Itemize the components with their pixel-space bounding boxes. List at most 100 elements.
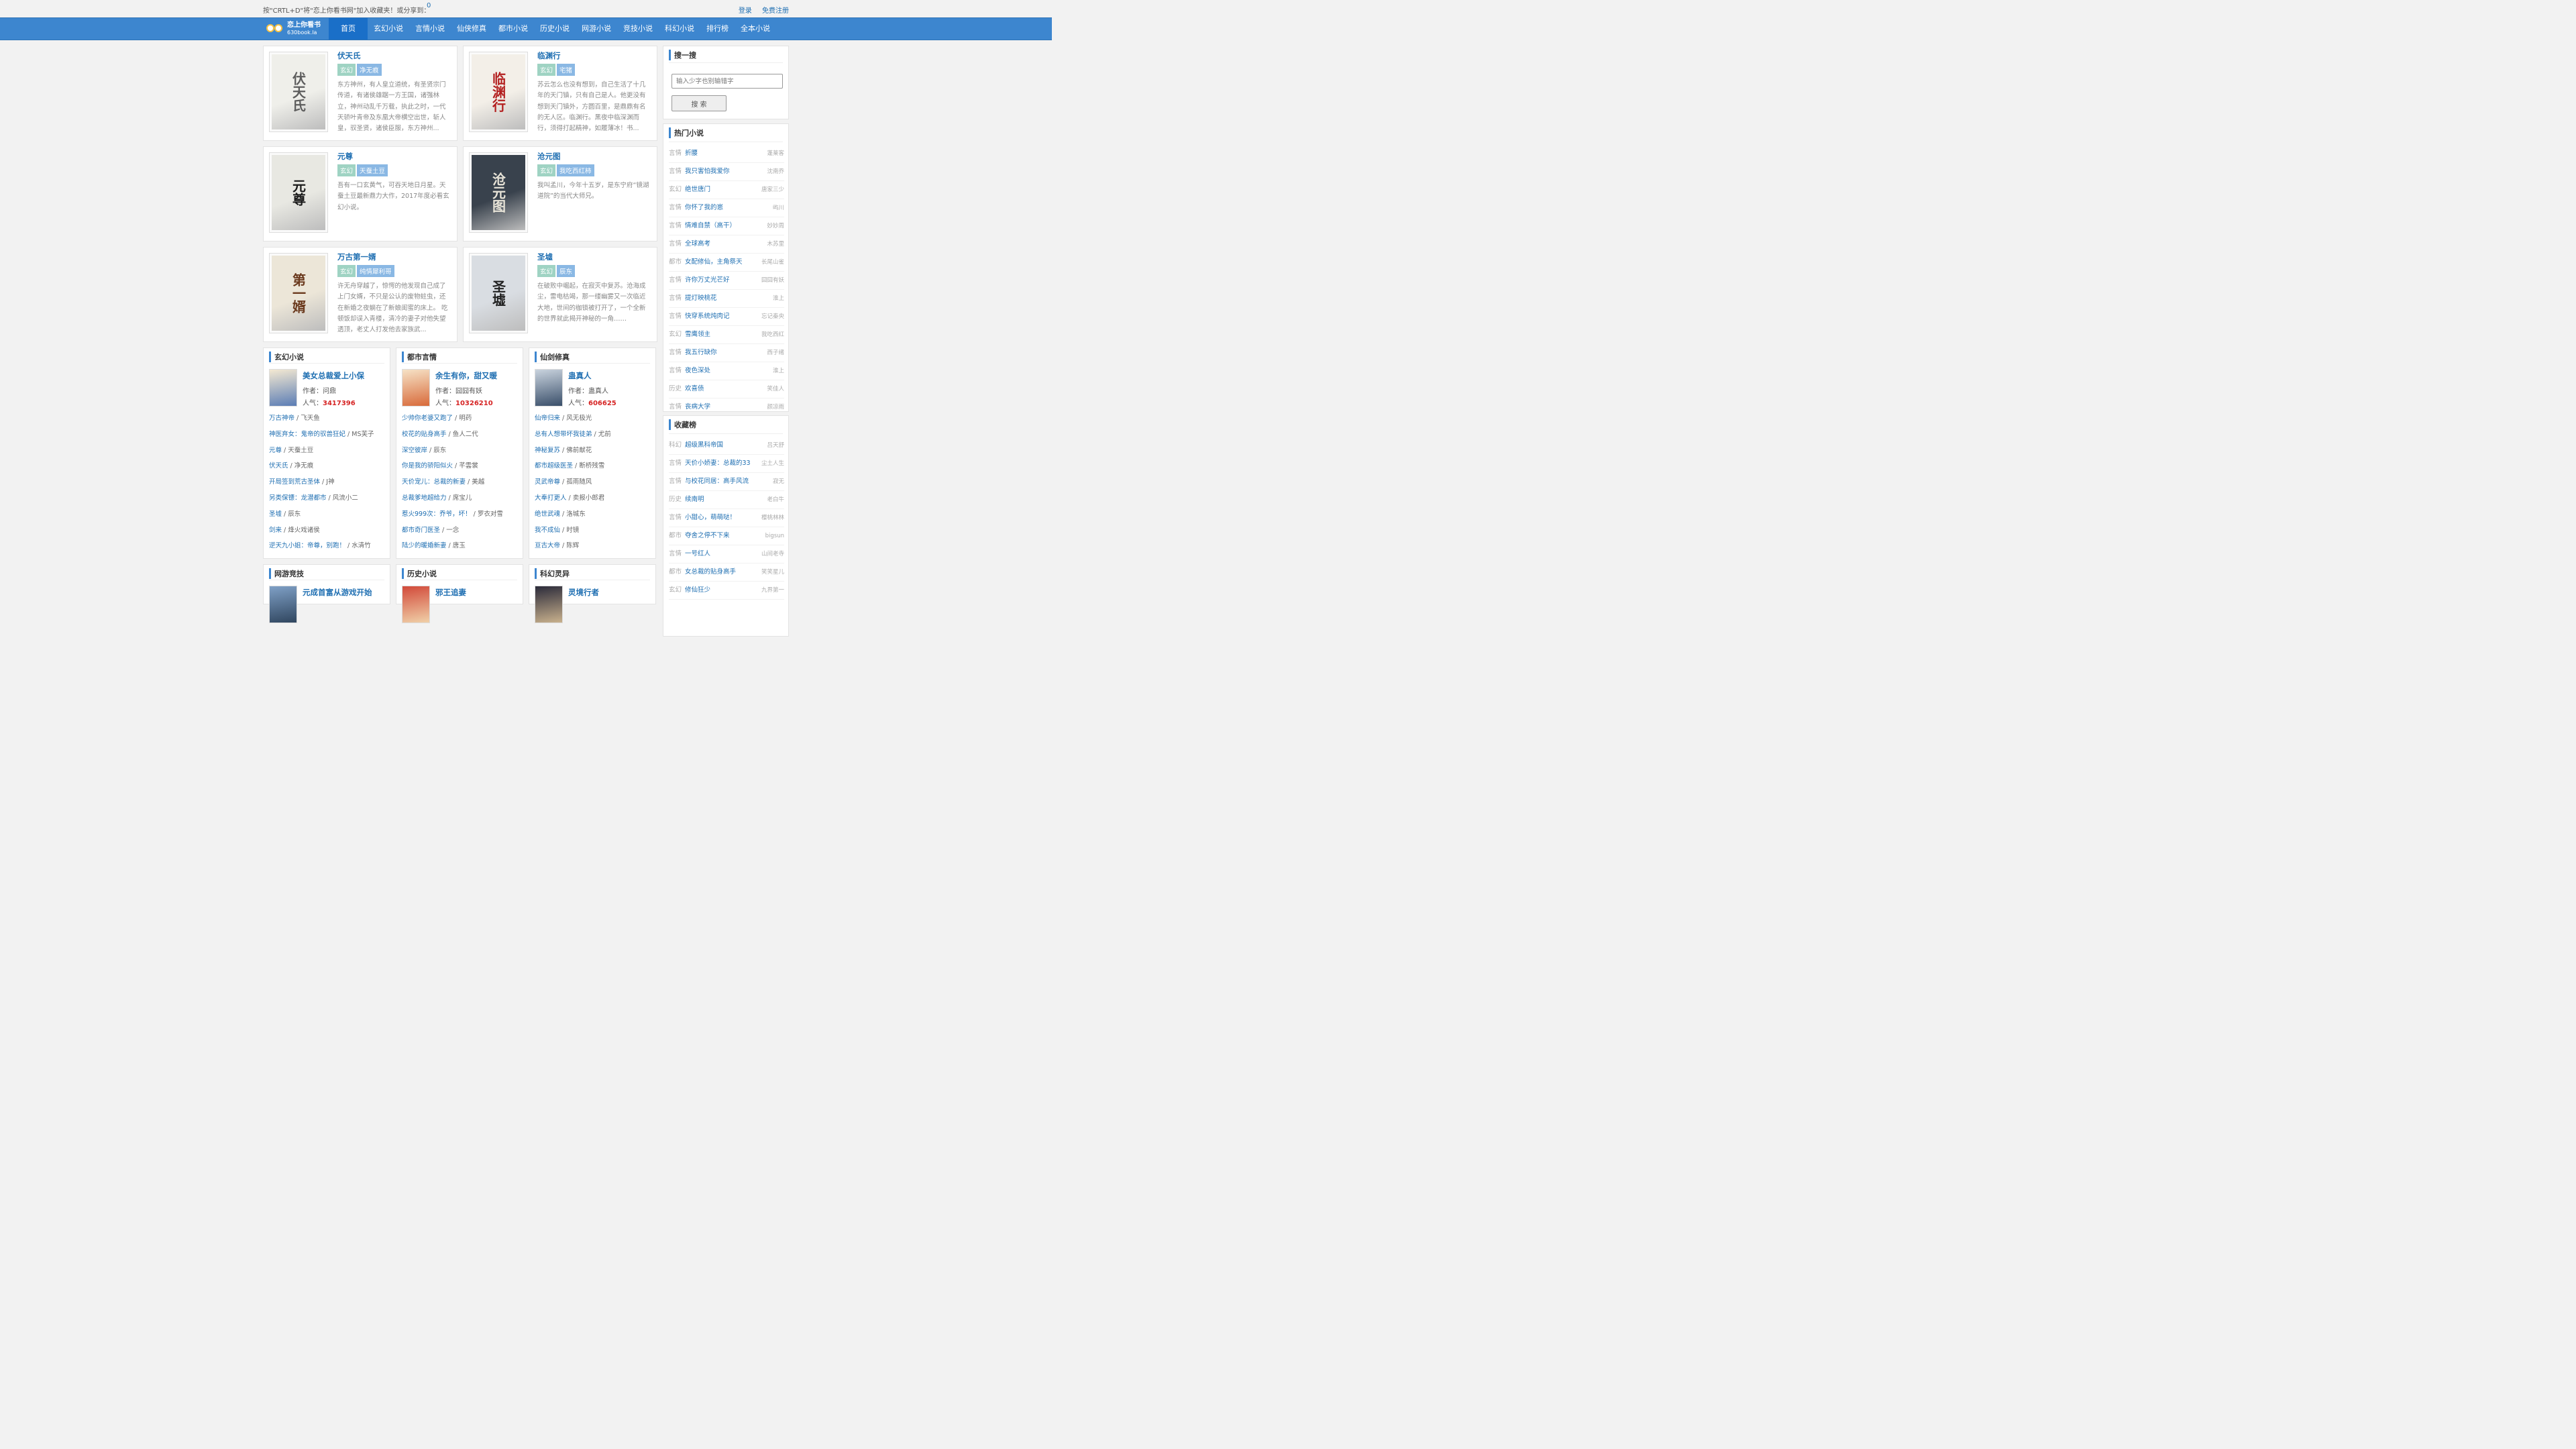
author-tag[interactable]: 天蚕土豆 [357, 164, 388, 176]
book-link[interactable]: 万古神帝 [269, 415, 294, 422]
rank-book-link[interactable]: 我五行缺你 [685, 349, 717, 356]
rank-book-link[interactable]: 超级黑科帝国 [685, 441, 723, 449]
rank-book-link[interactable]: 女总裁的贴身高手 [685, 568, 736, 576]
nav-item[interactable]: 排行榜 [700, 18, 735, 40]
rank-book-link[interactable]: 快穿系统炖肉记 [685, 313, 730, 320]
author-tag[interactable]: 辰东 [557, 265, 576, 277]
book-link[interactable]: 逆天九小姐：帝尊，别跑！ [269, 542, 345, 549]
rank-book-link[interactable]: 续南明 [685, 496, 704, 503]
rank-book-link[interactable]: 与校花同居：高手风流 [685, 478, 749, 485]
book-link[interactable]: 校花的贴身高手 [402, 431, 447, 438]
search-button[interactable]: 搜 索 [672, 95, 727, 111]
category-tag[interactable]: 玄幻 [537, 164, 556, 176]
book-link[interactable]: 元尊 [269, 447, 282, 454]
category-tag[interactable]: 玄幻 [337, 164, 356, 176]
book-link[interactable]: 天价宠儿：总裁的新妻 [402, 478, 466, 486]
book-link[interactable]: 绝世武魂 [535, 511, 560, 518]
book-link[interactable]: 剑来 [269, 527, 282, 534]
rank-book-link[interactable]: 女配修仙，主角祭天 [685, 258, 743, 266]
book-link[interactable]: 大奉打更人 [535, 494, 567, 502]
book-cover[interactable]: 元尊 [269, 152, 328, 233]
top-book-cover[interactable] [535, 369, 563, 407]
nav-item[interactable]: 首页 [329, 18, 368, 40]
category-tag[interactable]: 玄幻 [537, 265, 556, 277]
book-cover[interactable]: 圣墟 [469, 253, 528, 333]
rank-book-link[interactable]: 天价小娇妻：总裁的33 [685, 460, 751, 467]
category-tag[interactable]: 玄幻 [537, 64, 556, 76]
book-title[interactable]: 元尊 [337, 151, 353, 162]
author-tag[interactable]: 宅猪 [557, 64, 576, 76]
nav-item[interactable]: 言情小说 [409, 18, 451, 40]
top-book-title[interactable]: 元成首富从游戏开始 [303, 587, 372, 598]
login-link[interactable]: 登录 [739, 7, 752, 15]
top-book-title[interactable]: 余生有你，甜又暖 [435, 370, 497, 381]
book-cover[interactable]: 沧元图 [469, 152, 528, 233]
rank-book-link[interactable]: 一号红人 [685, 550, 710, 557]
book-link[interactable]: 陆少的暖婚新妻 [402, 542, 447, 549]
register-link[interactable]: 免费注册 [762, 7, 789, 15]
book-link[interactable]: 都市奇门医圣 [402, 527, 440, 534]
category-tag[interactable]: 玄幻 [337, 265, 356, 277]
book-link[interactable]: 我不成仙 [535, 527, 560, 534]
site-logo[interactable]: 恋上你看书 630book.la [263, 18, 329, 40]
rank-book-link[interactable]: 我只害怕我爱你 [685, 168, 730, 175]
rank-book-link[interactable]: 欢喜债 [685, 385, 704, 392]
nav-item[interactable]: 都市小说 [492, 18, 534, 40]
nav-item[interactable]: 仙侠修真 [451, 18, 492, 40]
book-cover[interactable]: 第一婿 [269, 253, 328, 333]
book-title[interactable]: 沧元图 [537, 151, 561, 162]
book-cover[interactable]: 伏天氏 [269, 52, 328, 132]
top-book-title[interactable]: 邪王追妻 [435, 587, 466, 598]
book-link[interactable]: 深空彼岸 [402, 447, 427, 454]
top-book-cover[interactable] [402, 369, 430, 407]
top-book-cover[interactable] [402, 586, 430, 623]
rank-book-link[interactable]: 夜色深处 [685, 367, 710, 374]
book-cover[interactable]: 临渊行 [469, 52, 528, 132]
nav-item[interactable]: 科幻小说 [659, 18, 700, 40]
book-link[interactable]: 神医弃女：鬼帝的驭兽狂妃 [269, 431, 345, 438]
author-tag[interactable]: 纯情犀利哥 [357, 265, 394, 277]
search-input[interactable] [672, 74, 783, 89]
rank-book-link[interactable]: 全球高考 [685, 240, 710, 248]
book-link[interactable]: 伏天氏 [269, 462, 288, 470]
rank-book-link[interactable]: 提灯映桃花 [685, 294, 717, 302]
rank-book-link[interactable]: 情难自禁（高干） [685, 222, 736, 229]
rank-book-link[interactable]: 小甜心，萌萌哒！ [685, 514, 736, 521]
rank-book-link[interactable]: 绝世唐门 [685, 186, 710, 193]
book-link[interactable]: 神秘复苏 [535, 447, 560, 454]
rank-book-link[interactable]: 折腰 [685, 150, 698, 157]
author-tag[interactable]: 净无痕 [357, 64, 382, 76]
book-link[interactable]: 仙帝归来 [535, 415, 560, 422]
top-book-title[interactable]: 蛊真人 [568, 370, 592, 381]
book-link[interactable]: 灵武帝尊 [535, 478, 560, 486]
top-book-cover[interactable] [535, 586, 563, 623]
book-link[interactable]: 都市超级医圣 [535, 462, 573, 470]
top-book-cover[interactable] [269, 369, 297, 407]
book-link[interactable]: 另类保镖：龙潜都市 [269, 494, 327, 502]
rank-book-link[interactable]: 修仙狂少 [685, 586, 710, 594]
book-link[interactable]: 惹火999次：乔爷，坏！ [402, 511, 472, 518]
nav-item[interactable]: 历史小说 [534, 18, 576, 40]
nav-item[interactable]: 玄幻小说 [368, 18, 409, 40]
nav-item[interactable]: 网游小说 [576, 18, 617, 40]
rank-book-link[interactable]: 夺舍之停不下来 [685, 532, 730, 539]
top-book-title[interactable]: 美女总裁爱上小保 [303, 370, 364, 381]
rank-book-link[interactable]: 雪鹰领主 [685, 331, 710, 338]
book-link[interactable]: 亘古大帝 [535, 542, 560, 549]
book-link[interactable]: 少帅你老婆又跑了 [402, 415, 453, 422]
book-title[interactable]: 临渊行 [537, 50, 561, 61]
rank-book-link[interactable]: 你怀了我的崽 [685, 204, 723, 211]
rank-book-link[interactable]: 许你万丈光芒好 [685, 276, 730, 284]
category-tag[interactable]: 玄幻 [337, 64, 356, 76]
book-title[interactable]: 万古第一婿 [337, 252, 376, 262]
book-link[interactable]: 总裁爹地超给力 [402, 494, 447, 502]
author-tag[interactable]: 我吃西红柿 [557, 164, 594, 176]
nav-item[interactable]: 竞技小说 [617, 18, 659, 40]
top-book-title[interactable]: 灵境行者 [568, 587, 599, 598]
book-title[interactable]: 圣墟 [537, 252, 553, 262]
book-link[interactable]: 总有人想带坏我徒弟 [535, 431, 592, 438]
share-count[interactable]: 0 [427, 2, 431, 9]
nav-item[interactable]: 全本小说 [735, 18, 776, 40]
book-title[interactable]: 伏天氏 [337, 50, 361, 61]
rank-book-link[interactable]: 丧病大学 [685, 403, 710, 411]
